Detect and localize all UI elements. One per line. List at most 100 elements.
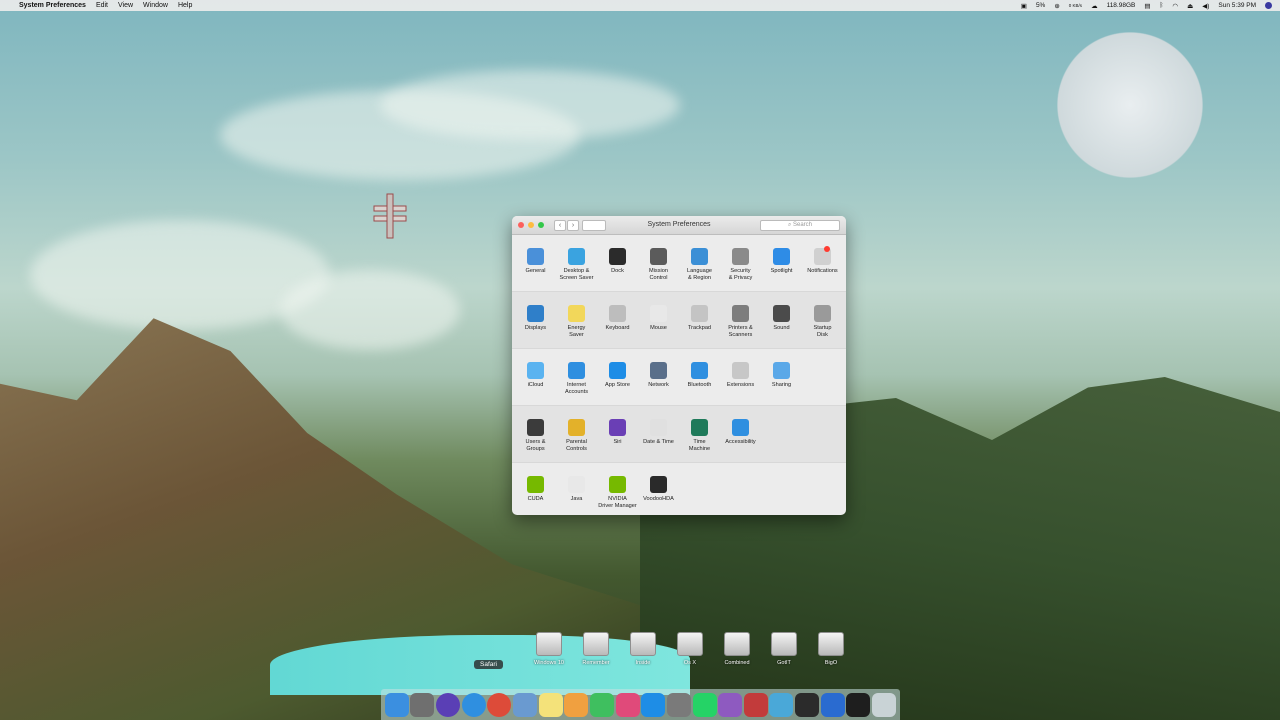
pane-label: Displays: [524, 325, 547, 331]
pane-lightbulb[interactable]: Energy Saver: [556, 292, 597, 348]
pane-nvidia[interactable]: CUDA: [515, 463, 556, 515]
pane-parental[interactable]: Parental Controls: [556, 406, 597, 462]
pane-puzzle[interactable]: Extensions: [720, 349, 761, 405]
pane-users[interactable]: Users & Groups: [515, 406, 556, 462]
desktop-drive[interactable]: Combined: [714, 632, 760, 666]
pane-keyboard[interactable]: Keyboard: [597, 292, 638, 348]
pane-printer[interactable]: Printers & Scanners: [720, 292, 761, 348]
pane-label: Extensions: [726, 382, 755, 388]
pane-nvidia[interactable]: NVIDIA Driver Manager: [597, 463, 638, 515]
java-icon: [568, 476, 585, 493]
desktop-drive[interactable]: BigO: [808, 632, 854, 666]
clock[interactable]: Sun 5:39 PM: [1218, 2, 1256, 9]
menu-app-name[interactable]: System Preferences: [19, 2, 86, 9]
disk-usage[interactable]: 118.98GB: [1107, 2, 1136, 9]
launchpad-icon[interactable]: [410, 692, 435, 717]
whatsapp-icon[interactable]: [692, 692, 717, 717]
photos-icon[interactable]: [564, 692, 589, 717]
title-bar[interactable]: ‹ › System Preferences ⌕ Search: [512, 216, 846, 235]
pane-disk[interactable]: Startup Disk: [802, 292, 843, 348]
sharing-folder-icon: [773, 362, 790, 379]
drive-label: BigO: [824, 660, 838, 666]
pane-mouse[interactable]: Mouse: [638, 292, 679, 348]
pane-sharing-folder[interactable]: Sharing: [761, 349, 802, 405]
desktop-drive[interactable]: Remember: [573, 632, 619, 666]
app-store-icon[interactable]: [641, 692, 666, 717]
pane-label: Sound: [773, 325, 790, 331]
pane-magnifier[interactable]: Spotlight: [761, 235, 802, 291]
network-rate[interactable]: 0 KB/s: [1069, 3, 1082, 8]
pane-bluetooth[interactable]: Bluetooth: [679, 349, 720, 405]
drive-label: Combined: [724, 660, 750, 666]
pane-java[interactable]: Java: [556, 463, 597, 515]
wifi-icon[interactable]: ◠: [1172, 2, 1178, 10]
pane-desktop[interactable]: Desktop & Screen Saver: [556, 235, 597, 291]
pane-label: Desktop & Screen Saver: [559, 268, 594, 281]
menu-edit[interactable]: Edit: [96, 2, 108, 9]
pane-dock[interactable]: Dock: [597, 235, 638, 291]
podcasts-icon[interactable]: [718, 692, 743, 717]
pane-speaker[interactable]: Sound: [761, 292, 802, 348]
pane-trackpad[interactable]: Trackpad: [679, 292, 720, 348]
pane-mission-control[interactable]: Mission Control: [638, 235, 679, 291]
pane-voodoo-speaker[interactable]: VoodooHDA: [638, 463, 679, 515]
parental-icon: [568, 419, 585, 436]
pane-label: Siri: [613, 439, 622, 445]
notification-badge: [824, 246, 830, 252]
battery-percent[interactable]: 5%: [1036, 2, 1045, 9]
screen-icon[interactable]: ▣: [1021, 2, 1027, 10]
desktop-drive[interactable]: Inside: [620, 632, 666, 666]
desktop-drive[interactable]: Os X: [667, 632, 713, 666]
search-input[interactable]: ⌕ Search: [760, 220, 840, 231]
trash-icon[interactable]: [871, 692, 896, 717]
pane-house-lock[interactable]: Security & Privacy: [720, 235, 761, 291]
cloud-icon[interactable]: ☁: [1091, 2, 1098, 10]
eject-icon[interactable]: ⏏: [1187, 2, 1193, 10]
clipboard-icon[interactable]: ▤: [1144, 2, 1150, 10]
downloads-icon[interactable]: [820, 692, 845, 717]
photo-booth-icon[interactable]: [743, 692, 768, 717]
hard-drive-icon: [677, 632, 703, 656]
speaker-icon: [773, 305, 790, 322]
menu-window[interactable]: Window: [143, 2, 168, 9]
status-area: ▣ 5% ⊕ 0 KB/s ☁ 118.98GB ▤ ᛒ ◠ ⏏ ◀) Sun …: [1021, 2, 1272, 10]
xbox-icon[interactable]: [795, 692, 820, 717]
pane-general[interactable]: General: [515, 235, 556, 291]
user-avatar-icon[interactable]: [1265, 2, 1272, 9]
pane-section: CUDA Java NVIDIA Driver Manager VoodooHDA: [512, 463, 846, 515]
menu-view[interactable]: View: [118, 2, 133, 9]
pane-time-machine[interactable]: Time Machine: [679, 406, 720, 462]
bluetooth-icon[interactable]: ᛒ: [1160, 2, 1164, 9]
safari-icon[interactable]: [461, 692, 486, 717]
books-icon[interactable]: [769, 692, 794, 717]
terminal-icon[interactable]: [846, 692, 871, 717]
hard-drive-icon: [724, 632, 750, 656]
messages-icon[interactable]: [589, 692, 614, 717]
pane-app-store[interactable]: App Store: [597, 349, 638, 405]
drive-label: Inside: [635, 660, 651, 666]
menu-help[interactable]: Help: [178, 2, 192, 9]
pane-notifications[interactable]: Notifications: [802, 235, 843, 291]
network-globe-icon: [650, 362, 667, 379]
finder-icon[interactable]: [384, 692, 409, 717]
pane-accessibility[interactable]: Accessibility: [720, 406, 761, 462]
network-globe-icon[interactable]: ⊕: [1054, 2, 1059, 10]
pane-at-sign[interactable]: Internet Accounts: [556, 349, 597, 405]
pane-siri[interactable]: Siri: [597, 406, 638, 462]
notes-icon[interactable]: [538, 692, 563, 717]
pane-icloud[interactable]: iCloud: [515, 349, 556, 405]
pane-display[interactable]: Displays: [515, 292, 556, 348]
desktop-drive[interactable]: GotIT: [761, 632, 807, 666]
preview-icon[interactable]: [513, 692, 538, 717]
pane-globe-flag[interactable]: Language & Region: [679, 235, 720, 291]
itunes-icon[interactable]: [615, 692, 640, 717]
pane-network-globe[interactable]: Network: [638, 349, 679, 405]
siri-icon[interactable]: [436, 692, 461, 717]
cloud: [280, 270, 460, 350]
system-preferences-icon[interactable]: [666, 692, 691, 717]
desktop-drive[interactable]: Windows 10: [526, 632, 572, 666]
chrome-icon[interactable]: [487, 692, 512, 717]
dock: [381, 689, 900, 720]
pane-clock-calendar[interactable]: Date & Time: [638, 406, 679, 462]
volume-icon[interactable]: ◀): [1202, 2, 1209, 10]
